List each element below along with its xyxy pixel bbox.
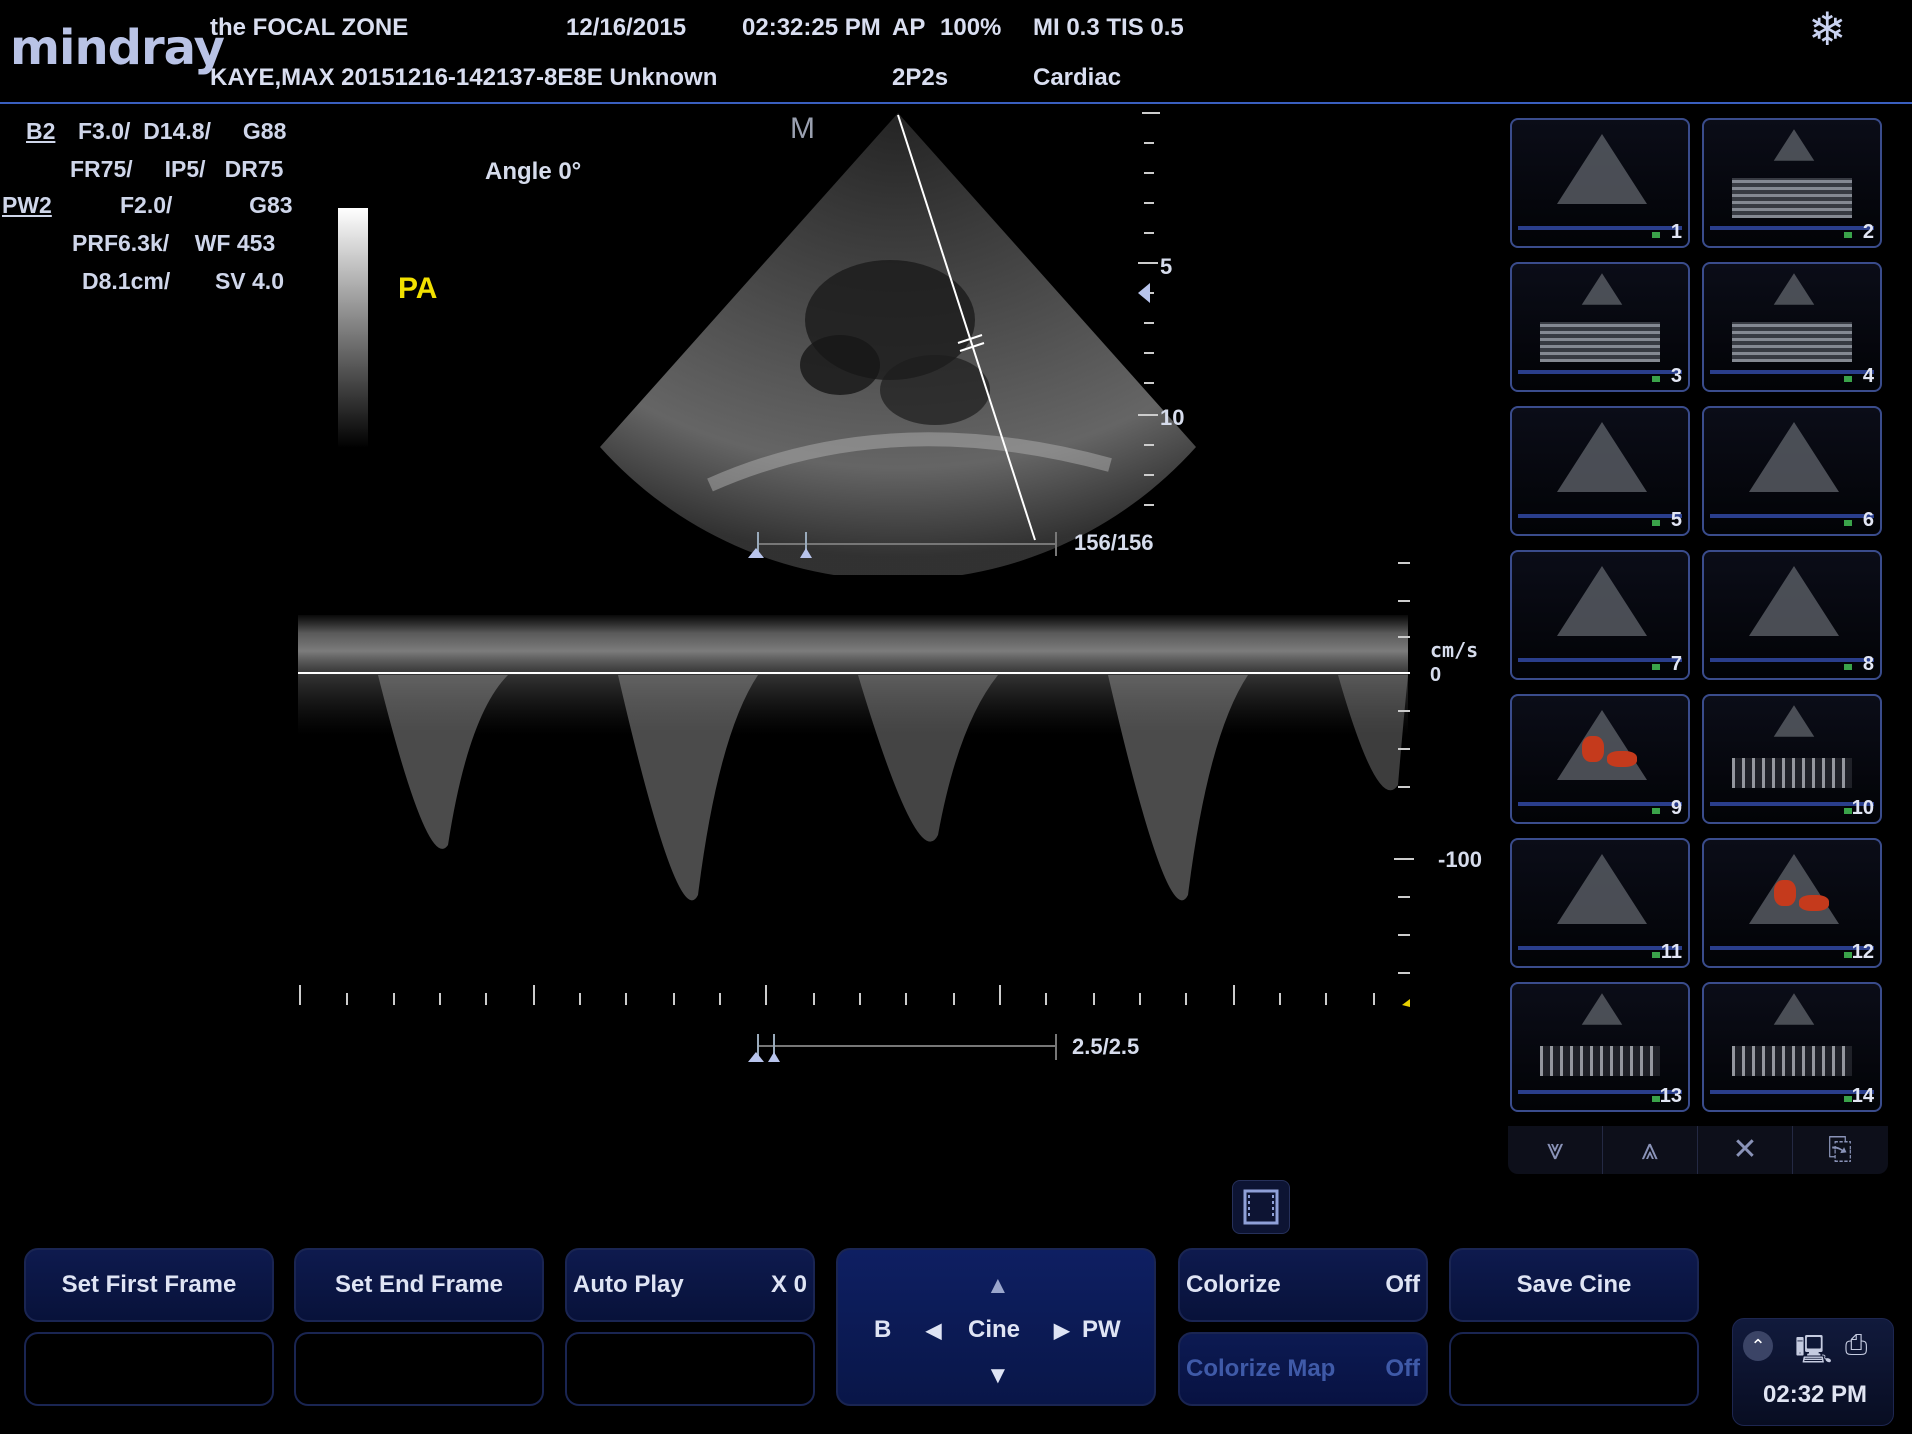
thumbnail-number: 2 [1862,221,1874,243]
ap-label: AP [892,14,926,41]
thumbnail-14[interactable]: 14 [1702,982,1882,1112]
clock: 02:32 PM [1763,1381,1868,1408]
pw-mode-params-1: F2.0/ G83 [120,192,293,218]
thumbnail-number: 11 [1660,941,1682,963]
pw-mode-params-2: PRF6.3k/ WF 453 [72,230,276,256]
computer-icon[interactable]: 🖳 [1795,1329,1832,1377]
b-mode-params-1: F3.0/ D14.8/ G88 [78,118,287,144]
b-mode-label[interactable]: B2 [26,118,55,145]
cine-right-mode[interactable]: PW [1082,1316,1121,1344]
pw-mode-label[interactable]: PW2 [2,192,52,219]
snowflake-icon[interactable]: ❄ [1808,2,1847,56]
thumbnail-number: 4 [1862,365,1874,387]
b-mode-sector [600,113,1196,575]
thumbnail-4[interactable]: 4 [1702,262,1882,392]
depth-label-5: 5 [1160,254,1173,279]
header-divider [0,102,1912,104]
exam-type: Cardiac [1033,64,1122,91]
colorize-map-button[interactable]: Colorize Map Off [1178,1332,1428,1406]
cine-left-arrow-icon[interactable]: ◀ [926,1318,941,1343]
exam-date: 12/16/2015 [566,14,687,41]
thumbnail-7[interactable]: 7 [1510,550,1690,680]
spectrum-counter: 2.5/2.5 [1072,1034,1140,1059]
cine-left-mode[interactable]: B [874,1316,891,1344]
thumbnail-5[interactable]: 5 [1510,406,1690,536]
grayscale-bar [338,208,368,448]
thumbnail-1[interactable]: 1 [1510,118,1690,248]
save-cine-button[interactable]: Save Cine [1449,1248,1699,1322]
page-up-icon[interactable]: ⩓ [1603,1126,1698,1174]
empty-softkey-4[interactable] [1449,1332,1699,1406]
thumbnail-number: 8 [1862,653,1874,675]
thumbnail-number: 12 [1851,941,1874,963]
velocity-minus-100: -100 [1438,847,1483,872]
orientation-marker: M [790,112,815,145]
printer-icon[interactable]: ⎙ [1845,1329,1867,1362]
thumbnail-number: 14 [1851,1085,1874,1107]
system-tray: ⌃ 🖳 ⎙ 02:32 PM [1732,1318,1894,1426]
thumbnail-3[interactable]: 3 [1510,262,1690,392]
acoustic-power: 100% [940,14,1002,41]
thumbnail-11[interactable]: 11 [1510,838,1690,968]
velocity-unit: cm/s [1430,638,1479,662]
frame-counter: 156/156 [1074,530,1154,555]
thumbnail-nav: ⩔ ⩓ ✕ ⎘ [1508,1126,1888,1174]
mi-tis-readout: MI 0.3 TIS 0.5 [1033,14,1184,41]
exam-time: 02:32:25 PM [742,14,881,41]
auto-play-button[interactable]: Auto Play X 0 [565,1248,815,1322]
thumbnail-10[interactable]: 10 [1702,694,1882,824]
probe-name: 2P2s [892,64,949,91]
page-down-icon[interactable]: ⩔ [1508,1126,1603,1174]
thumbnail-8[interactable]: 8 [1702,550,1882,680]
thumbnail-2[interactable]: 2 [1702,118,1882,248]
cine-control[interactable]: ▲ B ◀ Cine ▶ PW ▼ [836,1248,1156,1406]
thumbnail-13[interactable]: 13 [1510,982,1690,1112]
set-end-frame-button[interactable]: Set End Frame [294,1248,544,1322]
velocity-zero: 0 [1430,664,1442,686]
depth-label-10: 10 [1160,405,1185,430]
pw-spectrum [298,562,1414,1007]
close-icon[interactable]: ✕ [1698,1126,1793,1174]
thumbnail-number: 1 [1670,221,1682,243]
b-mode-params-2: FR75/ IP5/ DR75 [70,156,284,182]
pw-mode-params-3: D8.1cm/ SV 4.0 [82,268,284,294]
eject-icon[interactable]: ⌃ [1743,1331,1773,1361]
colorize-button[interactable]: Colorize Off [1178,1248,1428,1322]
thumbnail-number: 5 [1670,509,1682,531]
cine-right-arrow-icon[interactable]: ▶ [1054,1318,1069,1343]
export-icon[interactable]: ⎘ [1793,1126,1887,1174]
thumbnail-number: 3 [1670,365,1682,387]
thumbnail-number: 6 [1862,509,1874,531]
thumbnail-6[interactable]: 6 [1702,406,1882,536]
thumbnail-number: 7 [1670,653,1682,675]
thumbnail-number: 13 [1659,1085,1682,1107]
mindray-logo: mindray [10,20,225,76]
thumbnail-number: 9 [1670,797,1682,819]
site-name: the FOCAL ZONE [210,14,409,41]
set-first-frame-button[interactable]: Set First Frame [24,1248,274,1322]
annotation-pa[interactable]: PA [398,272,437,306]
empty-softkey-3[interactable] [565,1332,815,1406]
depth-scale [1138,112,1160,506]
empty-softkey-1[interactable] [24,1332,274,1406]
cine-label: Cine [968,1316,1021,1343]
empty-softkey-2[interactable] [294,1332,544,1406]
spectrum-scrubber[interactable] [744,1032,1064,1066]
thumbnail-12[interactable]: 12 [1702,838,1882,968]
thumbnail-number: 10 [1851,797,1874,819]
cine-down-arrow-icon[interactable]: ▼ [986,1362,1010,1390]
patient-info: KAYE,MAX 20151216-142137-8E8E Unknown [210,64,718,91]
cine-up-arrow-icon[interactable]: ▲ [986,1272,1010,1300]
angle-readout: Angle 0° [485,158,582,185]
thumbnail-9[interactable]: 9 [1510,694,1690,824]
cine-film-icon[interactable] [1232,1180,1290,1234]
